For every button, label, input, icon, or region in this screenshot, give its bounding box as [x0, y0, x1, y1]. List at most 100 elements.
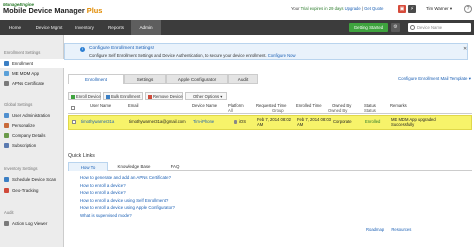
how-to-list: How to generate and add an APNs Certific…	[80, 174, 175, 219]
select-all-checkbox[interactable]	[71, 106, 75, 110]
tab-settings[interactable]: Settings	[124, 74, 166, 84]
sidebar-section-enrollment: Enrollment Settings	[4, 50, 41, 55]
table-header: User Name Email Device Name Platform Req…	[68, 103, 472, 114]
upgrade-link[interactable]: Upgrade	[345, 6, 361, 11]
resources-link[interactable]: Resources	[391, 227, 411, 232]
col-enrolled-time[interactable]: Enrolled Time	[296, 103, 322, 109]
sidebar-item-apns[interactable]: APNs Certificate	[0, 79, 64, 88]
quick-links-tabs: How To Knowledge Base FAQ	[68, 162, 472, 171]
list-item[interactable]: How to enroll a device?	[80, 189, 175, 197]
trial-banner: Your Trial expires in 29 days Upgrade | …	[291, 6, 384, 11]
tab-enrollment[interactable]: Enrollment	[68, 74, 124, 84]
sidebar-item-user-admin[interactable]: User Administration	[0, 111, 64, 120]
device-search[interactable]: Device Name	[408, 23, 471, 32]
cell-device[interactable]: Tim-iPhone	[193, 119, 214, 125]
schedule-icon	[4, 177, 9, 182]
list-item[interactable]: How to generate and add an APNs Certific…	[80, 174, 175, 182]
cell-enrolled: Feb 7, 2014 08:03 AM	[297, 117, 331, 127]
owned-by-filter[interactable]: Owned By	[328, 108, 347, 114]
nav-tab-device-mgmt[interactable]: Device Mgmt	[30, 20, 68, 35]
sidebar-section-audit: Audit	[4, 210, 14, 215]
col-remarks[interactable]: Remarks	[390, 103, 407, 109]
quick-links-title: Quick Links	[68, 153, 95, 159]
tab-apple-configurator[interactable]: Apple Configurator	[166, 74, 228, 84]
list-item[interactable]: How to enroll a device?	[80, 182, 175, 190]
tab-audit[interactable]: Audit	[228, 74, 258, 84]
bulk-icon	[106, 95, 110, 99]
list-item[interactable]: What is supervised mode?	[80, 212, 175, 220]
info-icon: i	[80, 47, 85, 52]
logo[interactable]: ManageEngine Mobile Device Manager Plus	[3, 2, 102, 15]
cell-remarks: ME MDM App upgraded Successfully	[391, 117, 436, 127]
search-icon	[410, 25, 415, 30]
table-row[interactable]: timothywarner31a timothywarner31a@gmail.…	[68, 115, 472, 130]
footer-links: Roadmap Resources	[360, 227, 411, 232]
app-header: ManageEngine Mobile Device Manager Plus …	[0, 0, 474, 20]
enrollment-icon	[4, 61, 9, 66]
sidebar-item-me-mdm-app[interactable]: ME MDM App	[0, 69, 64, 78]
roadmap-link[interactable]: Roadmap	[366, 227, 384, 232]
help-icon[interactable]: ?	[464, 5, 472, 13]
log-icon	[4, 221, 9, 226]
main-content: i Configure Enrollment Settings! Configu…	[64, 35, 474, 247]
notice-title: Configure Enrollment Settings!	[89, 46, 155, 51]
other-options-button[interactable]: Other Options ▾	[185, 92, 227, 100]
apple-icon	[234, 120, 237, 124]
getting-started-button[interactable]: Getting Started	[349, 23, 388, 32]
search-input[interactable]: Device Name	[417, 23, 442, 32]
plus-icon	[71, 95, 75, 99]
col-email[interactable]: Email	[128, 103, 138, 109]
configure-now-link[interactable]: Configure Now	[268, 53, 296, 58]
lightning-icon[interactable]: ⚡	[408, 5, 416, 13]
sidebar-item-company-details[interactable]: Company Details	[0, 131, 64, 140]
main-nav: Home Device Mgmt Inventory Reports Admin…	[0, 20, 474, 35]
sidebar-item-subscription[interactable]: Subscription	[0, 141, 64, 150]
company-icon	[4, 133, 9, 138]
nav-tab-reports[interactable]: Reports	[101, 20, 131, 35]
cart-icon[interactable]: ▣	[398, 5, 406, 13]
config-notice: i Configure Enrollment Settings! Configu…	[64, 43, 468, 60]
subscription-icon	[4, 143, 9, 148]
tab-how-to[interactable]: How To	[68, 162, 108, 171]
users-icon	[4, 113, 9, 118]
quick-links: Quick Links How To Knowledge Base FAQ Ho…	[68, 153, 472, 218]
tab-knowledge-base[interactable]: Knowledge Base	[112, 162, 156, 171]
list-item[interactable]: How to enroll a device using Self Enroll…	[80, 197, 175, 205]
product-name: Mobile Device Manager Plus	[3, 6, 103, 15]
status-filter[interactable]: Status	[364, 108, 376, 114]
nav-tab-admin[interactable]: Admin	[131, 20, 161, 35]
remove-device-button[interactable]: Remove Device	[145, 92, 183, 100]
settings-icon[interactable]: ⚙	[391, 23, 400, 32]
close-icon[interactable]: ✕	[463, 46, 467, 52]
user-menu[interactable]: Tim Warner ▾	[426, 6, 452, 12]
apple-icon	[4, 81, 9, 86]
remove-icon	[148, 95, 152, 99]
location-icon	[4, 188, 9, 193]
nav-tab-inventory[interactable]: Inventory	[68, 20, 101, 35]
group-filter[interactable]: Group	[272, 108, 284, 114]
row-checkbox[interactable]	[72, 120, 76, 124]
enroll-device-button[interactable]: Enroll Device	[68, 92, 101, 100]
nav-tab-home[interactable]: Home	[0, 20, 30, 35]
app-icon	[4, 71, 9, 76]
notice-body: Configure Self Enrollment Settings and D…	[89, 53, 296, 58]
sidebar-item-personalize[interactable]: Personalize	[0, 121, 64, 130]
cell-email: timothywarner31a@gmail.com	[129, 119, 186, 124]
sidebar-item-action-log[interactable]: Action Log Viewer	[0, 219, 64, 228]
sidebar-item-enrollment[interactable]: Enrollment	[0, 59, 64, 68]
cell-user[interactable]: timothywarner31a	[81, 119, 114, 125]
col-user-name[interactable]: User Name	[90, 103, 111, 109]
sidebar-section-global: Global Settings	[4, 102, 33, 107]
tab-faq[interactable]: FAQ	[160, 162, 190, 171]
sidebar-item-geo-tracking[interactable]: Geo-Tracking	[0, 186, 64, 195]
sidebar-item-schedule-scan[interactable]: Schedule Device Scan	[0, 175, 64, 184]
col-device-name[interactable]: Device Name	[192, 103, 217, 109]
list-item[interactable]: How to enroll a device using Apple Confi…	[80, 204, 175, 212]
enrollment-tabs: Enrollment Settings Apple Configurator A…	[64, 74, 474, 84]
get-quote-link[interactable]: Get Quote	[364, 6, 383, 11]
cell-requested: Feb 7, 2014 08:02 AM	[257, 117, 291, 127]
platform-filter[interactable]: All	[228, 108, 233, 114]
mail-template-dropdown[interactable]: Configure Enrollment Mail Template ▾	[398, 76, 471, 82]
cell-status: Enrolled	[365, 119, 381, 124]
bulk-enrollment-button[interactable]: Bulk Enrollment	[103, 92, 143, 100]
